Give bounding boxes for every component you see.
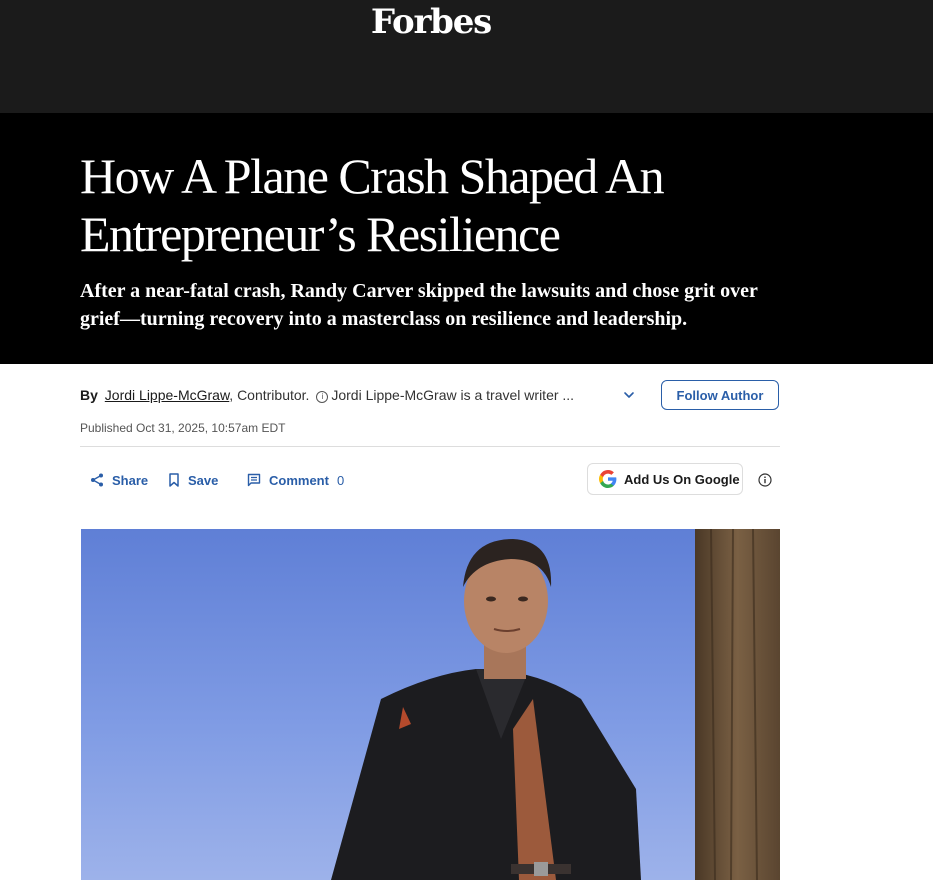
share-icon <box>91 473 103 487</box>
bookmark-icon <box>169 473 179 487</box>
share-label: Share <box>112 472 149 488</box>
info-button[interactable] <box>751 466 779 494</box>
chevron-down-icon[interactable] <box>622 388 636 402</box>
comment-count: 0 <box>336 472 345 488</box>
save-button[interactable]: Save <box>168 470 218 490</box>
share-button[interactable]: Share <box>90 470 148 490</box>
google-button-label: Add Us On Google <box>624 471 740 487</box>
save-label: Save <box>188 472 219 488</box>
google-logo-icon <box>599 470 617 488</box>
comment-label: Comment <box>269 472 329 488</box>
comment-icon <box>247 473 261 487</box>
article-dek: After a near-fatal crash, Randy Carver s… <box>80 280 758 330</box>
info-icon: i <box>316 391 329 403</box>
author-link[interactable]: Jordi Lippe-McGraw <box>105 387 230 403</box>
forbes-logo[interactable]: Forbes <box>0 2 862 42</box>
comment-button[interactable]: Comment 0 <box>247 470 344 490</box>
byline: By Jordi Lippe-McGraw, Contributor. i Jor… <box>80 386 640 406</box>
add-us-on-google-button[interactable]: Add Us On Google <box>587 463 743 495</box>
author-bio-snippet: Jordi Lippe-McGraw is a travel writer ..… <box>331 387 575 403</box>
article-headline: How A Plane Crash Shaped An Entrepreneur… <box>80 148 665 262</box>
byline-by-label: By <box>80 387 98 403</box>
divider <box>80 446 780 447</box>
info-icon <box>758 473 772 487</box>
author-role: , Contributor. <box>229 387 310 403</box>
follow-author-button[interactable]: Follow Author <box>661 380 779 410</box>
site-header: Forbes <box>0 0 933 113</box>
article-hero-image <box>81 529 780 880</box>
published-date: Published Oct 31, 2025, 10:57am EDT <box>80 421 286 435</box>
portrait-photo <box>81 529 780 880</box>
article-hero: How A Plane Crash Shaped An Entrepreneur… <box>0 113 933 364</box>
